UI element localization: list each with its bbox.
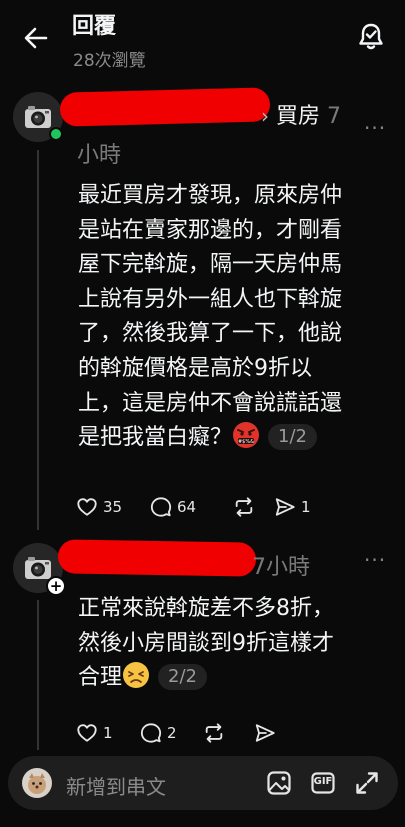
- reply-composer-bar[interactable]: 新增到串文 GIF: [8, 756, 398, 810]
- repost-icon: [205, 723, 223, 743]
- view-count: 28次瀏覽: [73, 51, 146, 71]
- more-options-icon[interactable]: ···: [364, 116, 386, 140]
- angry-cursing-face-emoji: #$%&: [232, 421, 260, 449]
- expand-icon[interactable]: [354, 770, 380, 796]
- share-button[interactable]: 1: [274, 496, 311, 518]
- post-line: 上說有另外一組人也下斡旋: [78, 286, 343, 312]
- heart-icon: [77, 498, 97, 516]
- user-avatar: [22, 768, 52, 798]
- back-arrow-icon[interactable]: [22, 24, 50, 52]
- like-button[interactable]: 1: [76, 722, 140, 744]
- post-actions: 1 2: [76, 722, 276, 744]
- thread-connector-line: [37, 150, 39, 530]
- post-line: 然後小房間談到9折這樣才: [78, 630, 334, 656]
- notification-bell-icon[interactable]: [357, 22, 385, 52]
- post-body: 最近買房才發現，原來房仲 是站在賣家那邊的，才剛看 屋下完斡旋，隔一天房仲馬 上…: [78, 179, 342, 456]
- persevering-face-emoji: [122, 661, 150, 689]
- post-line: 是站在賣家那邊的，才剛看: [78, 217, 343, 243]
- like-count: 35: [103, 498, 123, 516]
- post-line-last: 合理 2/2: [78, 661, 334, 696]
- repost-button[interactable]: [202, 722, 254, 744]
- share-button[interactable]: [254, 722, 276, 744]
- post-line: 最近買房才發現，原來房仲: [78, 183, 343, 208]
- reply-count: 64: [177, 498, 197, 516]
- community-label[interactable]: › 買房 7: [261, 98, 341, 130]
- reply-button[interactable]: 64: [150, 496, 232, 518]
- send-icon: [255, 724, 275, 742]
- online-status-dot: [49, 127, 63, 141]
- gif-label: GIF: [313, 776, 333, 787]
- page-indicator: 2/2: [158, 664, 207, 691]
- redacted-username: [59, 87, 271, 127]
- repost-icon: [235, 497, 253, 517]
- follow-plus-icon[interactable]: +: [46, 576, 66, 596]
- comment-bubble-icon: [150, 497, 172, 517]
- like-button[interactable]: 35: [76, 496, 150, 518]
- reply-button[interactable]: 2: [140, 722, 202, 744]
- post-line: 屋下完斡旋，隔一天房仲馬: [78, 252, 343, 278]
- share-count: 1: [301, 498, 311, 516]
- top-bar: 回覆 28次瀏覽: [0, 0, 405, 76]
- repost-button[interactable]: [232, 496, 274, 518]
- image-icon[interactable]: [266, 770, 292, 796]
- redacted-username: [57, 539, 257, 577]
- more-options-icon[interactable]: ···: [364, 548, 386, 572]
- chevron-right-icon: ›: [261, 104, 269, 128]
- post-actions: 35 64 1: [76, 496, 311, 518]
- send-icon: [275, 498, 295, 516]
- gif-icon[interactable]: GIF: [310, 770, 336, 796]
- comment-bubble-icon: [140, 723, 162, 743]
- post-line: 上，這是房仲不會說謊話還: [78, 390, 343, 416]
- post-time: 小時: [77, 143, 122, 168]
- post-time: 7小時: [252, 555, 310, 580]
- post-line-last: 是把我當白癡？ #$%& 1/2: [78, 421, 342, 456]
- page-title: 回覆: [72, 14, 117, 39]
- heart-icon: [77, 724, 97, 742]
- page-indicator: 1/2: [268, 424, 317, 451]
- pet-photo-icon: [28, 773, 46, 794]
- reply-count: 2: [167, 724, 177, 742]
- like-count: 1: [103, 724, 113, 742]
- post-line: 正常來說斡旋差不多8折，: [78, 596, 334, 621]
- post-line: 的斡旋價格是高於9折以: [78, 355, 312, 381]
- post-body: 正常來說斡旋差不多8折， 然後小房間談到9折這樣才 合理 2/2: [78, 592, 334, 696]
- post-line: 了，然後我算了一下，他說: [78, 321, 343, 347]
- reply-input[interactable]: 新增到串文: [66, 771, 166, 800]
- svg-text:#$%&: #$%&: [238, 439, 254, 445]
- thread-connector-line: [37, 600, 39, 750]
